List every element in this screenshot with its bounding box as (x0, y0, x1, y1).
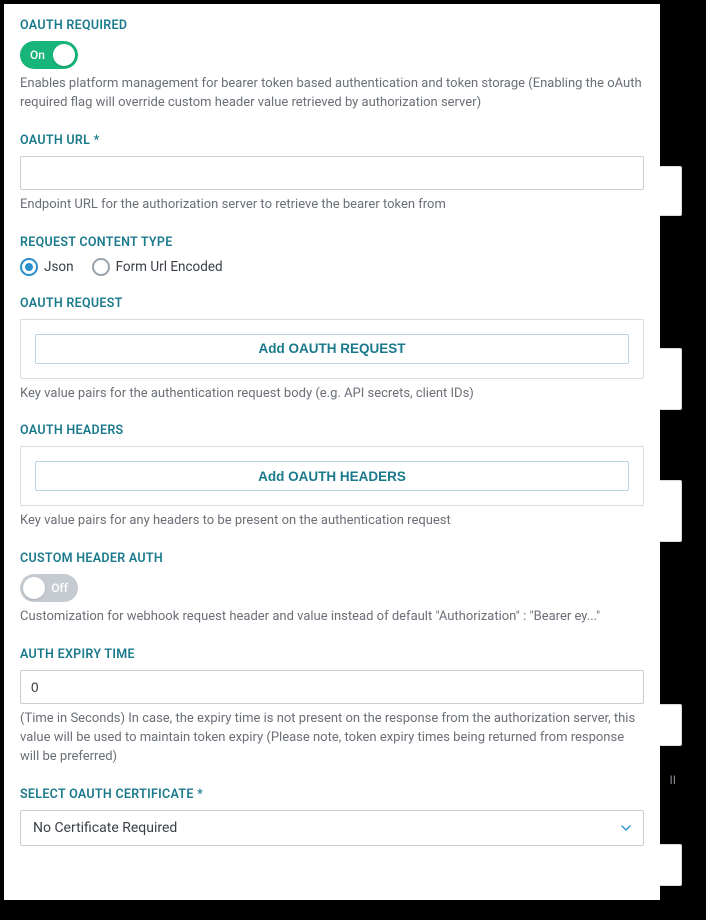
label-oauth-certificate: SELECT OAUTH CERTIFICATE * (20, 787, 644, 802)
field-custom-header-auth: CUSTOM HEADER AUTH Off Customization for… (20, 551, 644, 627)
input-oauth-url[interactable] (20, 156, 644, 190)
oauth-request-box: Add OAUTH REQUEST (20, 319, 644, 379)
help-oauth-url: Endpoint URL for the authorization serve… (20, 196, 644, 215)
oauth-headers-box: Add OAUTH HEADERS (20, 446, 644, 506)
field-oauth-certificate: SELECT OAUTH CERTIFICATE * No Certificat… (20, 787, 644, 846)
background-panel (658, 348, 682, 410)
field-oauth-request: OAUTH REQUEST Add OAUTH REQUEST Key valu… (20, 296, 644, 404)
help-oauth-required: Enables platform management for bearer t… (20, 75, 644, 113)
help-auth-expiry: (Time in Seconds) In case, the expiry ti… (20, 710, 644, 767)
toggle-state-text: Off (51, 581, 68, 595)
help-oauth-headers: Key value pairs for any headers to be pr… (20, 512, 644, 531)
radio-circle-icon (92, 258, 110, 276)
background-panel (658, 166, 682, 216)
label-content-type: REQUEST CONTENT TYPE (20, 235, 644, 250)
add-oauth-headers-button[interactable]: Add OAUTH HEADERS (35, 461, 629, 491)
label-oauth-url: OAUTH URL * (20, 133, 644, 148)
radio-circle-icon (20, 258, 38, 276)
add-oauth-request-button[interactable]: Add OAUTH REQUEST (35, 334, 629, 364)
toggle-state-text: On (30, 48, 45, 62)
help-oauth-request: Key value pairs for the authentication r… (20, 385, 644, 404)
oauth-settings-form: OAUTH REQUIRED On Enables platform manag… (4, 4, 660, 900)
select-value: No Certificate Required (33, 820, 177, 836)
select-oauth-certificate[interactable]: No Certificate Required (20, 810, 644, 846)
background-panel (658, 480, 682, 542)
field-content-type: REQUEST CONTENT TYPE Json Form Url Encod… (20, 235, 644, 276)
background-panel (658, 704, 682, 746)
radio-json[interactable]: Json (20, 258, 74, 276)
field-auth-expiry: AUTH EXPIRY TIME (Time in Seconds) In ca… (20, 647, 644, 767)
radio-label-form: Form Url Encoded (116, 259, 223, 275)
toggle-knob (23, 577, 45, 599)
input-auth-expiry[interactable] (20, 670, 644, 704)
field-oauth-url: OAUTH URL * Endpoint URL for the authori… (20, 133, 644, 215)
label-custom-header-auth: CUSTOM HEADER AUTH (20, 551, 644, 566)
background-panel (658, 844, 682, 886)
pause-mark: II (669, 773, 676, 787)
help-custom-header-auth: Customization for webhook request header… (20, 608, 644, 627)
toggle-oauth-required[interactable]: On (20, 41, 78, 69)
field-oauth-required: OAUTH REQUIRED On Enables platform manag… (20, 18, 644, 113)
toggle-custom-header-auth[interactable]: Off (20, 574, 78, 602)
radio-label-json: Json (44, 259, 74, 275)
radio-form-url-encoded[interactable]: Form Url Encoded (92, 258, 223, 276)
field-oauth-headers: OAUTH HEADERS Add OAUTH HEADERS Key valu… (20, 423, 644, 531)
label-auth-expiry: AUTH EXPIRY TIME (20, 647, 644, 662)
label-oauth-required: OAUTH REQUIRED (20, 18, 644, 33)
toggle-knob (53, 44, 75, 66)
label-oauth-headers: OAUTH HEADERS (20, 423, 644, 438)
label-oauth-request: OAUTH REQUEST (20, 296, 644, 311)
